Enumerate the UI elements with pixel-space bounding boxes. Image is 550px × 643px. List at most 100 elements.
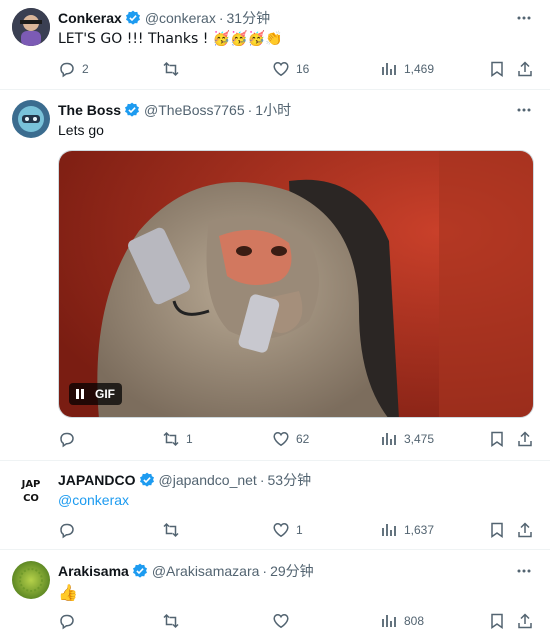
tweet-actions: 1 62 3,475: [58, 428, 536, 450]
author-name[interactable]: JAPANDCO: [58, 472, 136, 488]
tweet-header: Arakisama @Arakisamazara · 29分钟: [58, 561, 314, 581]
tweet-theboss[interactable]: The Boss @TheBoss7765 · 1小时 Lets go GIF …: [0, 90, 550, 461]
views-button[interactable]: 808: [380, 610, 424, 632]
more-horizontal-icon[interactable]: [514, 100, 534, 120]
share-button[interactable]: [516, 610, 534, 632]
separator-dot: ·: [262, 563, 268, 579]
repost-button[interactable]: [162, 610, 186, 632]
verified-badge-icon: [125, 102, 140, 117]
heart-icon: [273, 432, 289, 447]
separator-dot: ·: [218, 10, 224, 26]
like-button[interactable]: 1: [272, 519, 303, 541]
avatar[interactable]: [12, 100, 50, 138]
share-button[interactable]: [516, 428, 534, 450]
repost-count: 1: [186, 432, 193, 446]
avatar[interactable]: [12, 561, 50, 599]
author-handle[interactable]: @TheBoss7765: [144, 102, 245, 118]
gif-media[interactable]: GIF: [58, 150, 534, 418]
author-handle[interactable]: @japandco_net: [159, 472, 257, 488]
bookmark-button[interactable]: [488, 428, 506, 450]
views-chart-icon: [382, 615, 396, 627]
views-chart-icon: [382, 63, 396, 75]
more-horizontal-icon[interactable]: [514, 8, 534, 28]
timestamp[interactable]: 29分钟: [270, 561, 314, 581]
tweet-text: 👍: [58, 583, 78, 602]
share-button[interactable]: [516, 58, 534, 80]
views-chart-icon: [382, 524, 396, 536]
bookmark-icon: [491, 431, 503, 447]
share-icon: [518, 61, 532, 77]
baboon-phone-gif: [59, 151, 533, 417]
reply-button[interactable]: [58, 428, 82, 450]
repost-icon: [163, 522, 179, 538]
share-icon: [518, 431, 532, 447]
verified-badge-icon: [132, 563, 147, 578]
avatar[interactable]: JAP CO: [12, 470, 50, 508]
tweet-actions: 1 1,637: [58, 519, 536, 541]
like-button[interactable]: [272, 610, 296, 632]
timestamp[interactable]: 1小时: [255, 100, 291, 120]
heart-icon: [273, 523, 289, 538]
view-count: 1,637: [404, 523, 435, 537]
share-icon: [518, 613, 532, 629]
reply-icon: [60, 614, 74, 630]
bookmark-button[interactable]: [488, 58, 506, 80]
view-count: 808: [404, 614, 425, 628]
tweet-text: LET'S GO !!! Thanks ! 🥳🥳🥳👏: [58, 31, 283, 47]
bookmark-icon: [491, 61, 503, 77]
gif-controls[interactable]: GIF: [69, 383, 122, 405]
repost-button[interactable]: 1: [162, 428, 193, 450]
like-count: 62: [296, 432, 310, 446]
like-button[interactable]: 16: [272, 58, 309, 80]
share-button[interactable]: [516, 519, 534, 541]
reply-button[interactable]: 2: [58, 58, 89, 80]
timestamp[interactable]: 31分钟: [227, 8, 271, 28]
avatar-logo-text: JAP: [21, 479, 41, 490]
reply-button[interactable]: [58, 519, 82, 541]
bookmark-icon: [491, 613, 503, 629]
tweet-feed: Conkerax @conkerax · 31分钟 LET'S GO !!! T…: [0, 0, 550, 643]
like-count: 16: [296, 62, 310, 76]
more-horizontal-icon[interactable]: [514, 561, 534, 581]
view-count: 3,475: [404, 432, 435, 446]
tweet-header: The Boss @TheBoss7765 · 1小时: [58, 100, 291, 120]
bookmark-button[interactable]: [488, 519, 506, 541]
reply-icon: [60, 523, 74, 539]
repost-icon: [163, 613, 179, 629]
mention-link[interactable]: @conkerax: [58, 492, 129, 508]
author-name[interactable]: Conkerax: [58, 10, 122, 26]
author-name[interactable]: The Boss: [58, 102, 121, 118]
tweet-text: Lets go: [58, 122, 104, 138]
bookmark-button[interactable]: [488, 610, 506, 632]
verified-badge-icon: [125, 10, 140, 25]
views-button[interactable]: 1,637: [380, 519, 434, 541]
gif-badge-label: GIF: [95, 387, 115, 401]
reply-button[interactable]: [58, 610, 82, 632]
tweet-header: Conkerax @conkerax · 31分钟: [58, 8, 270, 28]
repost-icon: [163, 61, 179, 77]
views-button[interactable]: 3,475: [380, 428, 434, 450]
heart-icon: [273, 62, 289, 77]
heart-icon: [273, 614, 289, 629]
tweet-conkerax[interactable]: Conkerax @conkerax · 31分钟 LET'S GO !!! T…: [0, 0, 550, 90]
author-handle[interactable]: @conkerax: [145, 10, 216, 26]
like-button[interactable]: 62: [272, 428, 309, 450]
like-count: 1: [296, 523, 303, 537]
avatar[interactable]: [12, 8, 50, 46]
reply-icon: [60, 62, 74, 78]
tweet-arakisama[interactable]: Arakisama @Arakisamazara · 29分钟 👍 808: [0, 550, 550, 643]
separator-dot: ·: [259, 472, 265, 488]
bookmark-icon: [491, 522, 503, 538]
views-button[interactable]: 1,469: [380, 58, 434, 80]
repost-icon: [163, 431, 179, 447]
timestamp[interactable]: 53分钟: [268, 470, 312, 490]
repost-button[interactable]: [162, 58, 186, 80]
tweet-header: JAPANDCO @japandco_net · 53分钟: [58, 470, 311, 490]
author-handle[interactable]: @Arakisamazara: [152, 563, 260, 579]
pause-icon[interactable]: [76, 389, 86, 399]
svg-text:CO: CO: [23, 493, 39, 504]
author-name[interactable]: Arakisama: [58, 563, 129, 579]
separator-dot: ·: [247, 102, 253, 118]
tweet-japandco[interactable]: JAP CO JAPANDCO @japandco_net · 53分钟 @co…: [0, 461, 550, 550]
repost-button[interactable]: [162, 519, 186, 541]
